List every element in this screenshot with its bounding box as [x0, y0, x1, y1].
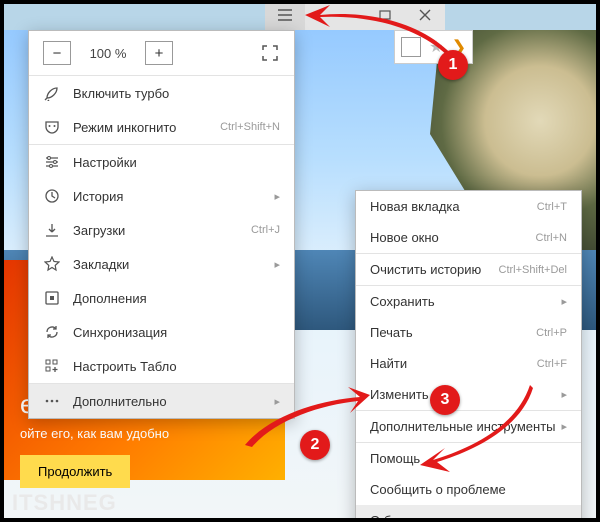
menu-label: Синхронизация [73, 325, 280, 340]
zoom-out-button[interactable]: − [43, 41, 71, 65]
menu-label: Режим инкогнито [73, 120, 208, 135]
dots-icon [43, 392, 61, 410]
menu-item-downloads[interactable]: Загрузки Ctrl+J [29, 213, 294, 247]
menu-label: Настройки [73, 155, 280, 170]
annotation-badge-3: 3 [430, 385, 460, 415]
chevron-right-icon: ▸ [274, 395, 280, 408]
menu-label: История [73, 189, 262, 204]
submenu-item-newwindow[interactable]: Новое окноCtrl+N [356, 222, 581, 253]
menu-label: Дополнительно [73, 394, 262, 409]
shortcut-hint: Ctrl+J [251, 224, 280, 236]
menu-item-history[interactable]: История ▸ [29, 179, 294, 213]
zoom-value: 100 % [81, 46, 135, 61]
menu-label: Загрузки [73, 223, 239, 238]
submenu-item-help[interactable]: Помощь [356, 443, 581, 474]
sync-icon [43, 323, 61, 341]
grid-plus-icon [43, 357, 61, 375]
submenu-item-devtools[interactable]: Дополнительные инструменты▸ [356, 411, 581, 442]
submenu-item-report[interactable]: Сообщить о проблеме [356, 474, 581, 505]
menu-item-settings[interactable]: Настройки [29, 145, 294, 179]
fullscreen-icon[interactable] [260, 43, 280, 63]
continue-button[interactable]: Продолжить [20, 455, 130, 488]
menu-item-sync[interactable]: Синхронизация [29, 315, 294, 349]
watermark: ITSHNEG [12, 490, 117, 516]
menu-item-tablo[interactable]: Настроить Табло [29, 349, 294, 383]
submenu-item-clearhistory[interactable]: Очистить историюCtrl+Shift+Del [356, 254, 581, 285]
main-menu: − 100 % + Включить турбо Режим инкогнито… [28, 30, 295, 419]
menu-item-incognito[interactable]: Режим инкогнито Ctrl+Shift+N [29, 110, 294, 144]
installer-subline: ойте его, как вам удобно [20, 426, 285, 441]
download-icon [43, 221, 61, 239]
chevron-right-icon: ▸ [561, 420, 567, 433]
annotation-badge-1: 1 [438, 50, 468, 80]
submenu-item-save[interactable]: Сохранить▸ [356, 286, 581, 317]
submenu-item-edit[interactable]: Изменить▸ [356, 379, 581, 410]
zoom-in-button[interactable]: + [145, 41, 173, 65]
menu-item-addons[interactable]: Дополнения [29, 281, 294, 315]
puzzle-icon [43, 289, 61, 307]
annotation-badge-2: 2 [300, 430, 330, 460]
submenu-item-newtab[interactable]: Новая вкладкаCtrl+T [356, 191, 581, 222]
clock-icon [43, 187, 61, 205]
sliders-icon [43, 153, 61, 171]
menu-label: Дополнения [73, 291, 280, 306]
menu-item-more[interactable]: Дополнительно ▸ [29, 384, 294, 418]
submenu-item-about[interactable]: О браузере [356, 505, 581, 522]
chevron-right-icon: ▸ [274, 190, 280, 203]
rocket-icon [43, 84, 61, 102]
mask-icon [43, 118, 61, 136]
menu-label: Закладки [73, 257, 262, 272]
menu-item-turbo[interactable]: Включить турбо [29, 76, 294, 110]
submenu-item-print[interactable]: ПечатьCtrl+P [356, 317, 581, 348]
menu-item-bookmarks[interactable]: Закладки ▸ [29, 247, 294, 281]
more-submenu: Новая вкладкаCtrl+T Новое окноCtrl+N Очи… [355, 190, 582, 522]
submenu-item-find[interactable]: НайтиCtrl+F [356, 348, 581, 379]
minimize-window-button[interactable] [365, 0, 405, 30]
menu-label: Настроить Табло [73, 359, 280, 374]
chevron-right-icon: ▸ [274, 258, 280, 271]
hamburger-menu-button[interactable] [265, 0, 305, 30]
shield-icon[interactable] [401, 37, 421, 57]
star-icon [43, 255, 61, 273]
close-window-button[interactable] [405, 0, 445, 30]
chevron-right-icon: ▸ [561, 388, 567, 401]
shortcut-hint: Ctrl+Shift+N [220, 121, 280, 133]
chevron-right-icon: ▸ [561, 295, 567, 308]
menu-label: Включить турбо [73, 86, 280, 101]
